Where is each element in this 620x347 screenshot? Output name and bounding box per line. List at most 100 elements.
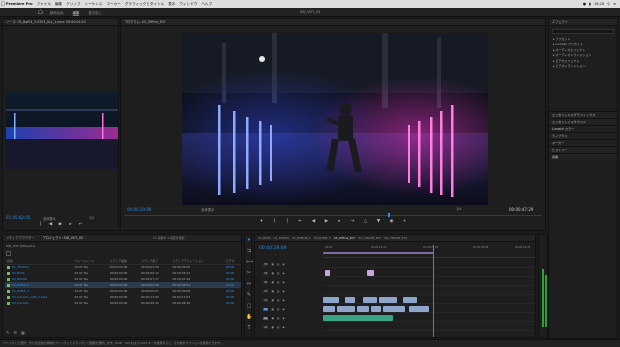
- track-header[interactable]: V6 ▣ ▤ ◉: [255, 260, 323, 268]
- panel-history[interactable]: ヒストリー: [549, 146, 617, 154]
- source-step-back-icon[interactable]: ◀: [48, 222, 53, 227]
- rectangle-tool-icon[interactable]: □: [246, 303, 252, 309]
- program-video-frame[interactable]: [182, 33, 488, 205]
- video-clip[interactable]: [409, 306, 429, 312]
- track-lane[interactable]: [323, 297, 535, 304]
- video-clip[interactable]: [357, 306, 369, 312]
- lock-icon[interactable]: ▣: [271, 281, 273, 284]
- program-play-icon[interactable]: ▶: [324, 219, 329, 224]
- menu-app-name[interactable]: Premiere Pro: [6, 2, 33, 6]
- menu-window[interactable]: ウィンドウ: [179, 2, 197, 7]
- type-tool-icon[interactable]: T: [246, 325, 252, 331]
- source-step-forward-icon[interactable]: ▸: [68, 222, 73, 227]
- track-lane[interactable]: [323, 261, 535, 268]
- lock-icon[interactable]: ▣: [271, 299, 273, 302]
- hand-tool-icon[interactable]: ✋: [246, 314, 252, 320]
- lock-icon[interactable]: ▣: [271, 317, 273, 320]
- track-name[interactable]: V6: [263, 262, 269, 266]
- ripple-edit-tool-icon[interactable]: ⟷: [246, 259, 253, 265]
- track-lane[interactable]: [323, 306, 535, 313]
- source-video-frame[interactable]: [6, 91, 118, 169]
- sync-icon[interactable]: ▤: [277, 263, 279, 266]
- program-go-out-icon[interactable]: ⇥: [350, 219, 355, 224]
- list-view-icon[interactable]: ☰: [13, 330, 17, 335]
- source-timecode[interactable]: 01:05:02:05: [6, 215, 30, 220]
- program-marker-icon[interactable]: ▾: [259, 219, 264, 224]
- panel-markers[interactable]: マーカー: [549, 139, 617, 147]
- panel-info[interactable]: 情報: [549, 153, 617, 161]
- lock-icon[interactable]: ▣: [271, 308, 273, 311]
- eye-icon[interactable]: ◉: [282, 299, 284, 302]
- lock-icon[interactable]: ▣: [271, 326, 273, 329]
- panel-essential-sound[interactable]: エッセンシャルサウンド: [549, 118, 617, 126]
- track-header[interactable]: A1 ▣ ▤ ◉: [255, 314, 323, 322]
- video-clip[interactable]: [403, 297, 417, 303]
- source-play-icon[interactable]: ▶: [58, 222, 63, 227]
- track-lane[interactable]: [323, 279, 535, 286]
- sync-icon[interactable]: ▤: [277, 299, 279, 302]
- razor-tool-icon[interactable]: ✂: [246, 270, 252, 276]
- sync-icon[interactable]: ▤: [277, 290, 279, 293]
- program-lift-icon[interactable]: △: [363, 219, 368, 224]
- battery-icon[interactable]: ▮: [589, 2, 591, 6]
- program-go-in-icon[interactable]: ⇤: [298, 219, 303, 224]
- menu-clip[interactable]: クリップ: [66, 2, 80, 7]
- program-mark-in-icon[interactable]: {: [272, 219, 277, 224]
- tab-media-browser[interactable]: メディアブラウザー: [6, 235, 34, 241]
- track-name[interactable]: V1: [263, 307, 269, 311]
- timeline-ruler[interactable]: 00:00 00:00:14:29 00:00:29:29 00:00:44:2…: [323, 245, 535, 258]
- video-clip[interactable]: [323, 306, 335, 312]
- panel-essential-graphics[interactable]: エッセンシャルグラフィックス: [549, 111, 617, 119]
- program-mark-out-icon[interactable]: }: [285, 219, 290, 224]
- program-settings-icon[interactable]: +: [402, 219, 407, 224]
- source-mark-in-icon[interactable]: {: [38, 222, 43, 227]
- track-name[interactable]: A1: [263, 316, 269, 320]
- tab-edit[interactable]: 編集: [72, 10, 80, 16]
- tab-project[interactable]: プロジェクト: SID_VOT_05: [42, 235, 82, 241]
- panel-lumetri-color[interactable]: Lumetri カラー: [549, 125, 617, 133]
- program-playhead[interactable]: [388, 213, 390, 217]
- program-scrubber[interactable]: [124, 213, 542, 217]
- track-lane[interactable]: [323, 288, 535, 295]
- effects-search-input[interactable]: [552, 29, 614, 34]
- slip-tool-icon[interactable]: ↔: [246, 281, 252, 287]
- menu-edit[interactable]: 編集: [55, 2, 62, 7]
- track-header[interactable]: V3 ▣ ▤ ◉: [255, 287, 323, 295]
- audio-clip[interactable]: [323, 315, 393, 321]
- program-zoom-select[interactable]: 1/4: [456, 207, 461, 211]
- program-step-back-icon[interactable]: ◀: [311, 219, 316, 224]
- video-clip[interactable]: [371, 306, 381, 312]
- eye-icon[interactable]: ◉: [282, 272, 284, 275]
- video-clip[interactable]: [337, 306, 355, 312]
- sequence-tab[interactable]: 06_ONLINE_E07: [384, 235, 407, 241]
- program-timecode[interactable]: 00:00:29:09: [127, 207, 151, 212]
- menu-graphics[interactable]: グラフィックとタイトル: [125, 2, 164, 7]
- program-export-frame-icon[interactable]: ◉: [389, 219, 394, 224]
- menu-help[interactable]: ヘルプ: [201, 2, 212, 7]
- spotlight-icon[interactable]: ⚲: [607, 2, 610, 6]
- tab-export[interactable]: 書き出し: [88, 10, 102, 16]
- work-area-bar[interactable]: [323, 252, 433, 254]
- menu-sequence[interactable]: シーケンス: [85, 2, 103, 7]
- sync-icon[interactable]: ▤: [277, 317, 279, 320]
- track-header[interactable]: A2 ▣ ▤ ◉: [255, 323, 323, 331]
- eye-icon[interactable]: ◉: [282, 317, 284, 320]
- track-name[interactable]: V2: [263, 298, 269, 302]
- track-select-tool-icon[interactable]: ⇉: [246, 248, 252, 254]
- track-name[interactable]: V5: [263, 271, 269, 275]
- sequence-tab[interactable]: 05_Offline_E07: [334, 235, 356, 241]
- timeline-playhead[interactable]: [433, 245, 434, 337]
- eye-icon[interactable]: ◉: [282, 308, 284, 311]
- track-name[interactable]: V4: [263, 280, 269, 284]
- track-header[interactable]: V2 ▣ ▤ ◉: [255, 296, 323, 304]
- project-search-icon[interactable]: [6, 251, 11, 256]
- sequence-tab[interactable]: 00_B006: [258, 235, 271, 241]
- timeline-timecode[interactable]: 00:00:29:09: [259, 246, 286, 251]
- sync-icon[interactable]: ▤: [277, 272, 279, 275]
- sequence-tab[interactable]: 01_Bdf030: [274, 235, 289, 241]
- tab-import[interactable]: 読み込み: [50, 10, 64, 16]
- menu-file[interactable]: ファイル: [37, 2, 51, 7]
- track-name[interactable]: A2: [263, 325, 269, 329]
- menu-marker[interactable]: マーカー: [106, 2, 120, 7]
- eye-icon[interactable]: ◉: [282, 281, 284, 284]
